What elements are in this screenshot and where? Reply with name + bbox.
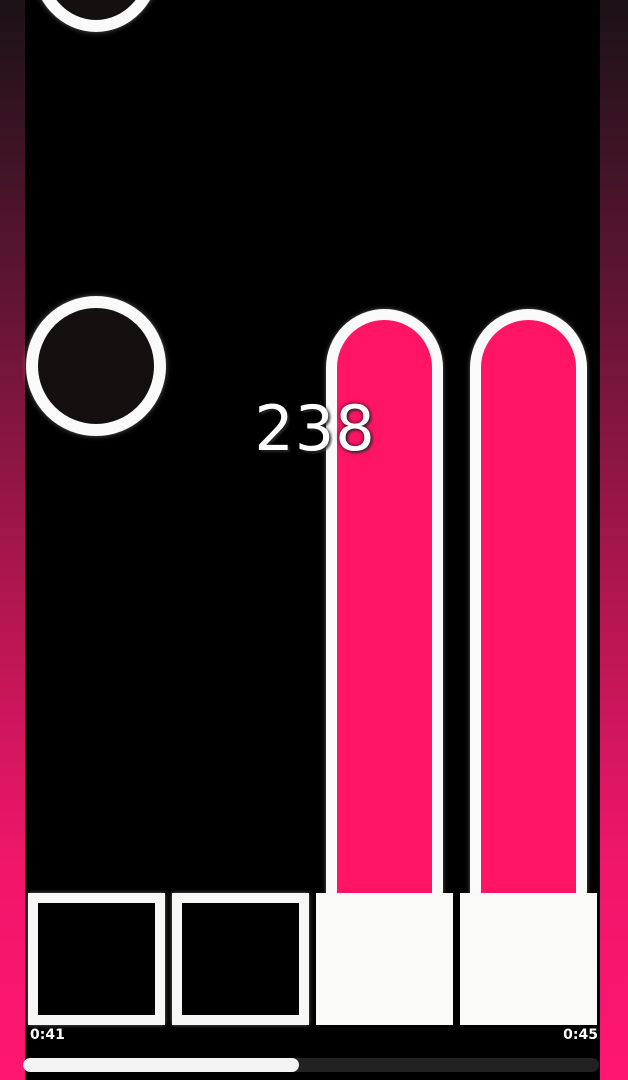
progress-fill	[23, 1058, 300, 1072]
score-counter: 238	[254, 392, 376, 465]
tap-note-lane-1-top	[32, 0, 160, 32]
lane-key-2[interactable]	[172, 893, 309, 1025]
lane-key-3[interactable]	[316, 893, 453, 1025]
left-border-gradient	[0, 0, 25, 1080]
elapsed-time: 0:41	[30, 1027, 65, 1043]
game-screen: 238 0:41 0:45	[0, 0, 628, 1080]
right-border-gradient	[600, 0, 628, 1080]
lane-key-4[interactable]	[460, 893, 597, 1025]
lane-key-1[interactable]	[28, 893, 165, 1025]
total-time: 0:45	[563, 1027, 598, 1043]
hold-note-lane-4	[470, 309, 587, 901]
tap-note-lane-1	[26, 296, 166, 436]
progress-bar[interactable]	[23, 1058, 599, 1072]
